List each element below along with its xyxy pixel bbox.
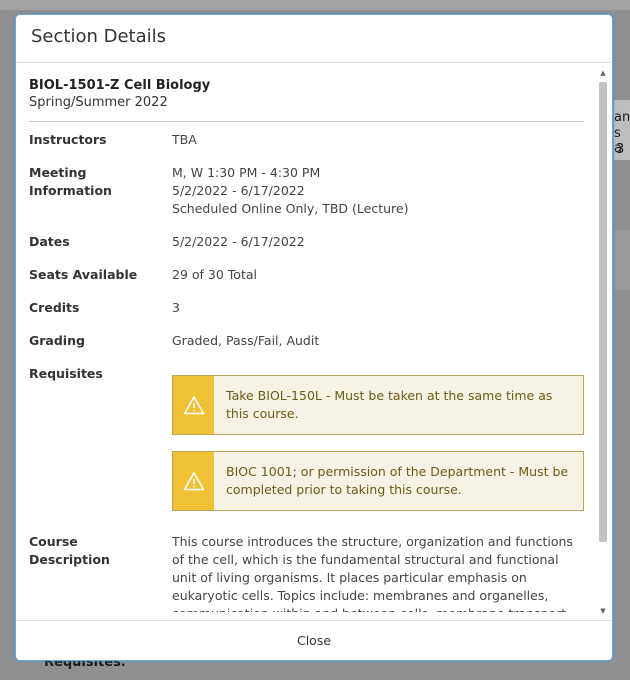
dates-label: Dates	[29, 234, 70, 249]
seats-label: Seats Available	[29, 267, 138, 282]
meeting-label: Meeting Information	[29, 164, 172, 218]
description-value: This course introduces the structure, or…	[172, 534, 573, 612]
description-row: Course Description This course introduce…	[29, 533, 584, 612]
warning-icon-wrap	[173, 376, 214, 434]
instructors-value: TBA	[172, 132, 197, 147]
description-label: Course Description	[29, 533, 172, 612]
requisite-text: Take BIOL-150L - Must be taken at the sa…	[226, 388, 553, 421]
scroll-thumb[interactable]	[599, 82, 607, 542]
requisite-warning: BIOC 1001; or permission of the Departme…	[172, 451, 584, 511]
meeting-days-time: M, W 1:30 PM - 4:30 PM	[172, 165, 321, 180]
meeting-value: M, W 1:30 PM - 4:30 PM 5/2/2022 - 6/17/2…	[172, 164, 584, 218]
grading-row: Grading Graded, Pass/Fail, Audit	[29, 332, 584, 350]
requisite-text: BIOC 1001; or permission of the Departme…	[226, 464, 569, 497]
requisites-label: Requisites	[29, 366, 103, 381]
meeting-dates: 5/2/2022 - 6/17/2022	[172, 183, 305, 198]
scroll-up-arrow-icon[interactable]: ▲	[599, 69, 607, 77]
seats-row: Seats Available 29 of 30 Total	[29, 266, 584, 284]
course-term: Spring/Summer 2022	[29, 95, 168, 110]
warning-icon-wrap	[173, 452, 214, 510]
warning-icon	[183, 472, 204, 491]
meeting-label-line: Information	[29, 183, 112, 198]
background-topbar	[0, 0, 630, 10]
scroll-down-arrow-icon[interactable]: ▼	[599, 607, 607, 615]
dates-value: 5/2/2022 - 6/17/2022	[172, 234, 305, 249]
requisite-warning: Take BIOL-150L - Must be taken at the sa…	[172, 375, 584, 435]
dialog-scrollbar[interactable]: ▲ ▼	[597, 64, 609, 620]
dates-row: Dates 5/2/2022 - 6/17/2022	[29, 233, 584, 251]
credits-row: Credits 3	[29, 299, 584, 317]
dialog-footer: Close	[16, 620, 612, 660]
background-text: 3	[616, 142, 625, 157]
credits-label: Credits	[29, 300, 80, 315]
seats-value: 29 of 30 Total	[172, 267, 257, 282]
instructors-label: Instructors	[29, 132, 107, 147]
dialog-body[interactable]: BIOL-1501-Z Cell Biology Spring/Summer 2…	[16, 64, 612, 620]
meeting-label-line: Meeting	[29, 165, 87, 180]
dialog-title: Section Details	[31, 26, 166, 47]
close-button[interactable]: Close	[297, 633, 331, 648]
requisites-row: Requisites Take BIOL-150L - Must be take…	[29, 365, 584, 527]
warning-icon	[183, 396, 204, 415]
background-panel	[614, 230, 630, 290]
meeting-location: Scheduled Online Only, TBD (Lecture)	[172, 201, 409, 216]
background-text: an	[614, 110, 630, 125]
section-details-dialog: Section Details BIOL-1501-Z Cell Biology…	[15, 14, 613, 661]
grading-value: Graded, Pass/Fail, Audit	[172, 333, 320, 348]
description-label-line: Course	[29, 534, 78, 549]
section-content: BIOL-1501-Z Cell Biology Spring/Summer 2…	[29, 77, 584, 620]
requisites-list: Take BIOL-150L - Must be taken at the sa…	[172, 365, 584, 527]
credits-value: 3	[172, 300, 180, 315]
meeting-row: Meeting Information M, W 1:30 PM - 4:30 …	[29, 164, 584, 218]
instructors-row: Instructors TBA	[29, 131, 584, 149]
course-title: BIOL-1501-Z Cell Biology	[29, 78, 211, 93]
description-label-line: Description	[29, 552, 110, 567]
divider	[29, 121, 584, 122]
dialog-header: Section Details	[16, 15, 612, 63]
grading-label: Grading	[29, 333, 85, 348]
